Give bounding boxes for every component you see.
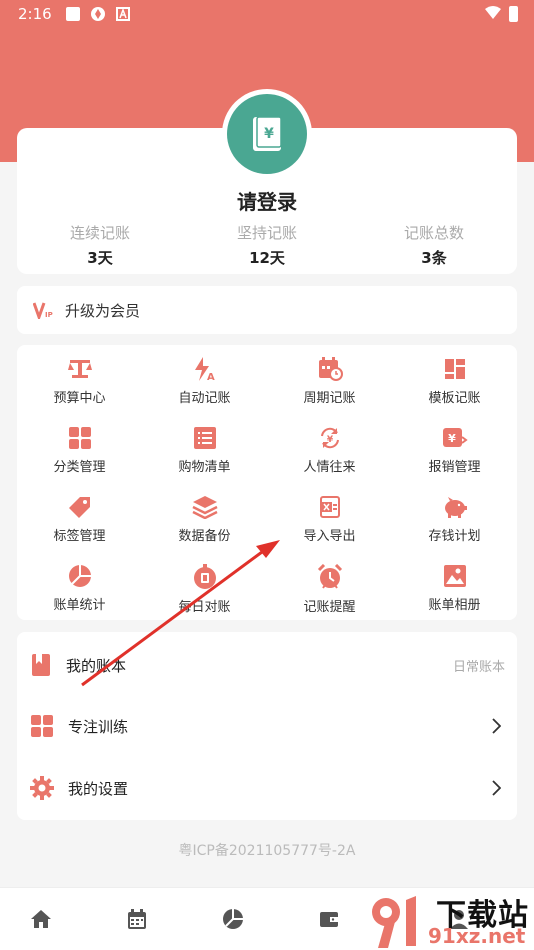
feature-periodic-record[interactable]: 周期记账 <box>267 349 392 411</box>
gear-icon <box>30 776 54 800</box>
feature-tag-manage[interactable]: 标签管理 <box>17 487 142 549</box>
feature-label: 周期记账 <box>303 391 356 406</box>
battery-icon <box>509 6 518 22</box>
feature-label: 分类管理 <box>53 460 106 475</box>
feature-label: 购物清单 <box>178 460 231 475</box>
list-icon <box>193 427 216 449</box>
photo-icon <box>443 565 466 587</box>
feature-label: 报销管理 <box>428 460 481 475</box>
auto-bolt-icon: A <box>194 357 215 381</box>
book-icon <box>32 654 50 676</box>
feature-label: 自动记账 <box>178 391 231 406</box>
layers-icon <box>191 496 218 519</box>
stat-value: 12天 <box>249 249 285 267</box>
chevron-right-icon <box>492 780 501 796</box>
status-bar: 2:16 <box>0 0 534 28</box>
feature-label: 人情往来 <box>303 460 356 475</box>
menu-my-books[interactable]: 我的账本 日常账本 <box>17 634 517 696</box>
feature-reimbursement[interactable]: ¥ 报销管理 <box>392 418 517 480</box>
feature-record-reminder[interactable]: 记账提醒 <box>267 556 392 618</box>
feature-category-manage[interactable]: 分类管理 <box>17 418 142 480</box>
category-grid-icon <box>68 427 91 449</box>
stat-value: 3条 <box>421 249 447 267</box>
feature-saving-plan[interactable]: 存钱计划 <box>392 487 517 549</box>
menu-label: 我的设置 <box>68 779 129 798</box>
template-grid-icon <box>444 359 465 379</box>
chevron-right-icon <box>492 718 501 734</box>
feature-label: 记账提醒 <box>303 600 356 615</box>
stat-label: 记账总数 <box>403 224 464 242</box>
svg-text:IP: IP <box>45 311 53 319</box>
stat-label: 坚持记账 <box>236 224 297 242</box>
tag-icon <box>68 497 90 518</box>
feature-grid: 预算中心 A 自动记账 周期记账 模板记账 分类管理 购物清单 ¥ 人情往来 ¥… <box>17 345 517 620</box>
feature-label: 存钱计划 <box>428 529 481 544</box>
grid-icon <box>31 715 53 737</box>
svg-text:¥: ¥ <box>326 435 333 445</box>
feature-budget-center[interactable]: 预算中心 <box>17 349 142 411</box>
current-book-value: 日常账本 <box>452 659 505 675</box>
wifi-icon <box>485 6 501 19</box>
feature-label: 模板记账 <box>428 391 481 406</box>
vip-label: 升级为会员 <box>65 301 141 320</box>
feature-data-backup[interactable]: 数据备份 <box>142 487 267 549</box>
svg-text:A: A <box>207 372 215 381</box>
feature-gift-exchange[interactable]: ¥ 人情往来 <box>267 418 392 480</box>
notification-app-icon <box>90 7 105 21</box>
login-prompt[interactable]: 请登录 <box>0 186 534 215</box>
icp-record[interactable]: 粤ICP备2021105777号-2A <box>0 840 534 860</box>
menu-label: 我的账本 <box>66 656 127 675</box>
daily-check-icon <box>193 564 216 589</box>
feature-label: 数据备份 <box>178 529 231 544</box>
feature-daily-reconcile[interactable]: 每日对账 <box>142 556 267 618</box>
stat-label: 连续记账 <box>69 224 130 242</box>
feature-bill-album[interactable]: 账单相册 <box>392 556 517 618</box>
status-time: 2:16 <box>18 5 52 23</box>
svg-text:¥: ¥ <box>448 432 456 445</box>
feature-shopping-list[interactable]: 购物清单 <box>142 418 267 480</box>
svg-text:¥: ¥ <box>264 126 274 142</box>
calendar-icon[interactable] <box>126 908 148 930</box>
notification-square-icon <box>65 7 80 21</box>
upgrade-vip-row[interactable]: IP 升级为会员 <box>17 286 517 334</box>
feature-label: 预算中心 <box>53 391 106 406</box>
feature-label: 导入导出 <box>303 529 356 544</box>
statistics-icon[interactable] <box>222 908 244 930</box>
wallet-icon[interactable] <box>318 908 340 930</box>
avatar[interactable]: ¥ <box>222 89 312 179</box>
excel-icon <box>319 496 340 518</box>
stat-value: 3天 <box>87 249 113 267</box>
menu-my-settings[interactable]: 我的设置 <box>17 757 517 819</box>
stat-consecutive: 连续记账 3天 <box>30 222 170 268</box>
feature-label: 标签管理 <box>53 529 106 544</box>
exchange-icon: ¥ <box>320 427 339 449</box>
piggy-bank-icon <box>444 497 467 518</box>
watermark-91-icon <box>372 896 416 948</box>
scale-icon <box>67 360 92 378</box>
feature-bill-statistics[interactable]: 账单统计 <box>17 556 142 618</box>
calendar-cycle-icon <box>318 357 343 381</box>
feature-label: 账单相册 <box>428 598 481 613</box>
watermark-logo: 下载站 91xz.net <box>366 888 534 950</box>
home-icon[interactable] <box>30 908 52 930</box>
stat-total: 记账总数 3条 <box>364 222 504 268</box>
ledger-book-icon: ¥ <box>253 116 282 151</box>
vip-icon: IP <box>33 302 53 319</box>
reimburse-icon: ¥ <box>442 428 468 447</box>
pie-chart-icon <box>68 565 91 587</box>
settings-menu: 我的账本 日常账本 专注训练 我的设置 <box>17 632 517 820</box>
feature-auto-record[interactable]: A 自动记账 <box>142 349 267 411</box>
notification-a-icon <box>115 7 130 21</box>
menu-focus-training[interactable]: 专注训练 <box>17 695 517 757</box>
menu-label: 专注训练 <box>68 717 129 736</box>
feature-label: 每日对账 <box>178 600 231 615</box>
alarm-clock-icon <box>317 564 342 589</box>
feature-import-export[interactable]: 导入导出 <box>267 487 392 549</box>
stat-persist: 坚持记账 12天 <box>197 222 337 268</box>
feature-label: 账单统计 <box>53 598 106 613</box>
watermark-text-bottom: 91xz.net <box>428 924 526 948</box>
feature-template-record[interactable]: 模板记账 <box>392 349 517 411</box>
